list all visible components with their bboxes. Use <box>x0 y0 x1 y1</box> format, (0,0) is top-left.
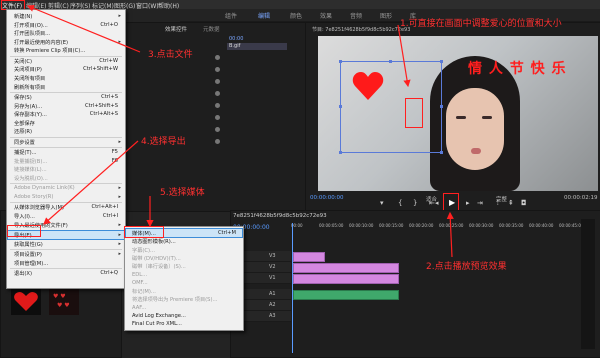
annotation-choose-media: 5.选择媒体 <box>160 188 205 198</box>
annotation-choose-export: 4.选择导出 <box>141 137 186 147</box>
annotation-arrows <box>26 4 454 258</box>
annotation-click-file: 3.点击文件 <box>148 50 193 60</box>
annotation-play-preview: 2.点击播放预览效果 <box>426 262 507 272</box>
annotation-adjust-heart: 1.可直接在画面中调整爱心的位置和大小 <box>400 19 562 29</box>
